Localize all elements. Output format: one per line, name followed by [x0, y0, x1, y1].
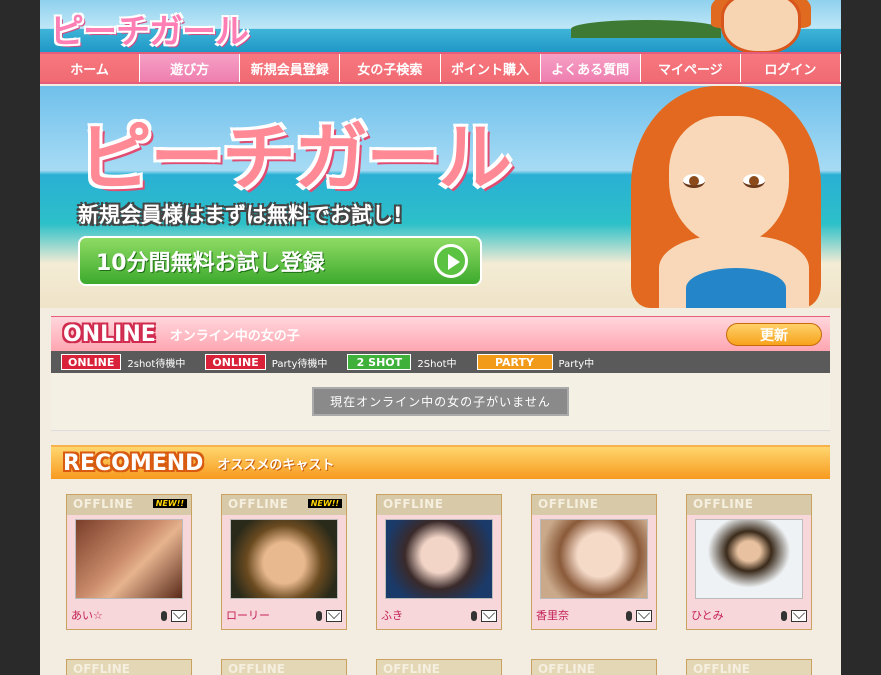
mic-icon: [471, 611, 477, 621]
mic-icon: [781, 611, 787, 621]
nav-how-to-play[interactable]: 遊び方: [140, 54, 241, 82]
page: ピーチガール ホーム 遊び方 新規会員登録 女の子検索 ポイント購入 よくある質…: [40, 0, 841, 675]
eye-icon: [743, 174, 765, 188]
hero-subtitle: 新規会員様はまずは無料でお試し!: [78, 203, 403, 227]
cast-photo[interactable]: [695, 519, 803, 599]
mic-icon: [161, 611, 167, 621]
cast-card[interactable]: OFFLINE NEW!! ローリー: [221, 494, 347, 630]
cast-photo[interactable]: [540, 519, 648, 599]
legend-text: Party待機中: [271, 358, 328, 370]
status-label: OFFLINE: [228, 662, 285, 675]
cast-photo[interactable]: [75, 519, 183, 599]
legend-badge-online-2shot: ONLINE: [61, 354, 122, 370]
status-label: OFFLINE: [228, 497, 289, 511]
status-label: OFFLINE: [73, 497, 134, 511]
cast-card[interactable]: OFFLINE: [221, 659, 347, 675]
cast-name[interactable]: あい☆: [71, 607, 103, 623]
no-online-message: 現在オンライン中の女の子がいません: [312, 387, 569, 416]
cast-grid: OFFLINE NEW!! あい☆ OFFLINE NEW!! ローリー OFFLI…: [51, 479, 830, 675]
eye-icon: [683, 174, 705, 188]
online-subtitle: オンライン中の女の子: [169, 328, 300, 344]
nav-buy-points[interactable]: ポイント購入: [440, 54, 541, 82]
online-header: ONLINE オンライン中の女の子 更新: [51, 316, 830, 351]
cast-name[interactable]: 香里奈: [536, 607, 569, 623]
cast-name[interactable]: ふき: [381, 607, 403, 623]
main-nav: ホーム 遊び方 新規会員登録 女の子検索 ポイント購入 よくある質問 マイページ…: [40, 52, 841, 84]
status-label: OFFLINE: [73, 662, 130, 675]
free-trial-label: 10分間無料お試し登録: [96, 251, 325, 276]
cast-card[interactable]: OFFLINE 香里奈: [531, 494, 657, 630]
site-logo[interactable]: ピーチガール: [50, 4, 249, 52]
cast-card[interactable]: OFFLINE: [376, 659, 502, 675]
island-decoration: [571, 20, 721, 38]
legend-text: 2shot待機中: [127, 358, 186, 370]
hero-title: ピーチガール: [78, 115, 512, 201]
recommend-subtitle: オススメのキャスト: [217, 457, 335, 473]
new-badge: NEW!!: [152, 499, 187, 508]
mascot-face: [721, 0, 801, 52]
nav-girl-search[interactable]: 女の子検索: [340, 54, 441, 82]
cast-card[interactable]: OFFLINE: [531, 659, 657, 675]
status-label: OFFLINE: [693, 662, 750, 675]
nav-register[interactable]: 新規会員登録: [240, 54, 341, 82]
play-icon: [434, 244, 468, 278]
legend-badge-online-party: ONLINE: [205, 354, 266, 370]
site-header: ピーチガール: [40, 0, 841, 52]
cast-card[interactable]: OFFLINE ふき: [376, 494, 502, 630]
hero-girl-swimsuit: [686, 268, 786, 308]
nav-mypage[interactable]: マイページ: [640, 54, 741, 82]
mail-icon[interactable]: [636, 610, 652, 622]
hero-banner: ピーチガール 新規会員様はまずは無料でお試し! 10分間無料お試し登録: [40, 86, 841, 308]
online-title: ONLINE: [63, 321, 156, 347]
status-label: OFFLINE: [693, 497, 754, 511]
online-list: 現在オンライン中の女の子がいません: [51, 373, 830, 431]
legend-badge-2shot: 2 SHOT: [347, 354, 412, 370]
recommend-title: RECOMEND: [63, 450, 204, 476]
cast-card[interactable]: OFFLINE NEW!! あい☆: [66, 494, 192, 630]
status-label: OFFLINE: [538, 497, 599, 511]
hero-girl-face: [669, 116, 789, 246]
cast-card[interactable]: OFFLINE ひとみ: [686, 494, 812, 630]
cast-photo[interactable]: [385, 519, 493, 599]
mic-icon: [626, 611, 632, 621]
online-section: ONLINE オンライン中の女の子 更新 ONLINE 2shot待機中 ONL…: [51, 316, 830, 431]
nav-home[interactable]: ホーム: [40, 54, 141, 82]
status-label: OFFLINE: [383, 497, 444, 511]
mail-icon[interactable]: [481, 610, 497, 622]
mic-icon: [316, 611, 322, 621]
mail-icon[interactable]: [791, 610, 807, 622]
cast-photo[interactable]: [230, 519, 338, 599]
legend-text: 2Shot中: [417, 358, 457, 370]
cast-card[interactable]: OFFLINE: [66, 659, 192, 675]
cast-name[interactable]: ひとみ: [691, 607, 724, 623]
mail-icon[interactable]: [171, 610, 187, 622]
free-trial-register-button[interactable]: 10分間無料お試し登録: [78, 236, 482, 286]
cast-name[interactable]: ローリー: [226, 607, 270, 623]
status-legend: ONLINE 2shot待機中 ONLINE Party待機中 2 SHOT 2…: [51, 351, 830, 373]
legend-text: Party中: [558, 358, 595, 370]
status-label: OFFLINE: [383, 662, 440, 675]
recommend-header: RECOMEND オススメのキャスト: [51, 445, 830, 479]
nav-faq[interactable]: よくある質問: [540, 54, 641, 82]
mail-icon[interactable]: [326, 610, 342, 622]
legend-badge-party: PARTY: [476, 354, 553, 370]
new-badge: NEW!!: [307, 499, 342, 508]
status-label: OFFLINE: [538, 662, 595, 675]
refresh-button[interactable]: 更新: [726, 323, 822, 346]
cast-card[interactable]: OFFLINE: [686, 659, 812, 675]
nav-login[interactable]: ログイン: [740, 54, 841, 82]
